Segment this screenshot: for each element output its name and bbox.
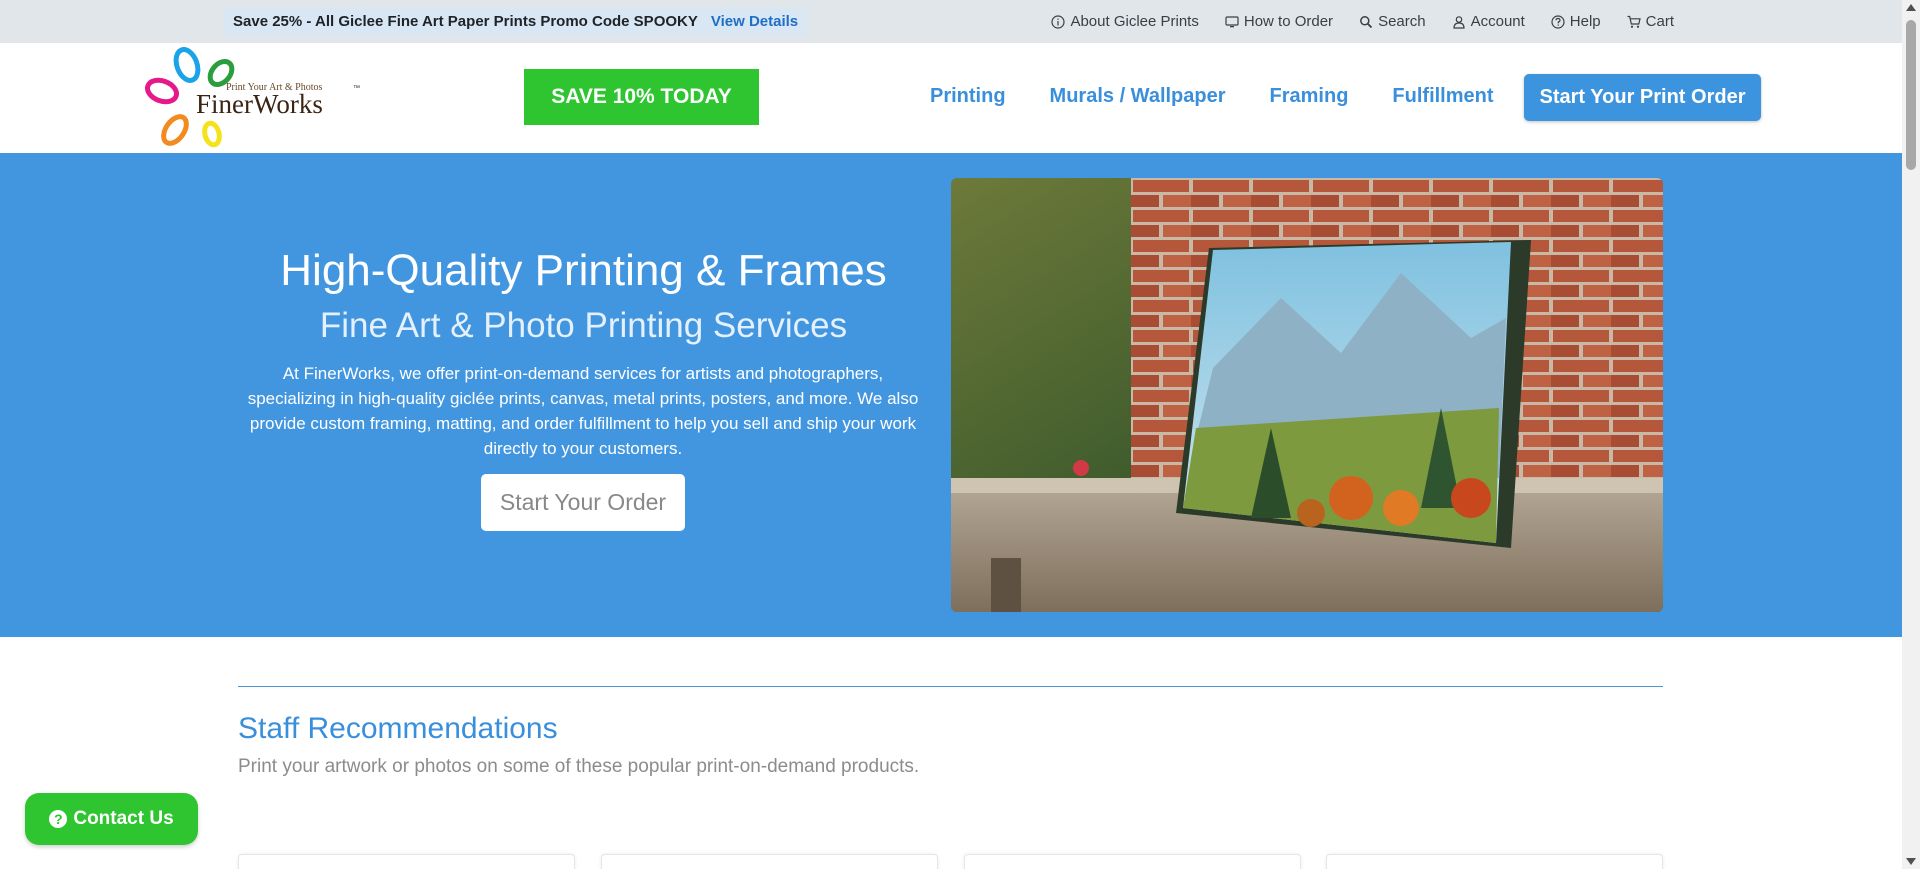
logo-brand-works: Works — [253, 89, 323, 119]
util-search-label: Search — [1378, 13, 1426, 30]
staff-recommendations-description: Print your artwork or photos on some of … — [238, 756, 920, 777]
util-account-label: Account — [1470, 13, 1525, 30]
finerworks-logo[interactable]: Print Your Art & Photos FinerWorks ™ — [142, 46, 368, 150]
nav-framing[interactable]: Framing — [1270, 85, 1349, 108]
util-how-to-order[interactable]: How to Order — [1225, 13, 1333, 30]
scroll-down-arrow-icon[interactable] — [1906, 858, 1916, 865]
section-divider — [238, 686, 1663, 687]
question-circle-icon: ? — [49, 810, 68, 828]
hero-title: High-Quality Printing & Frames — [280, 246, 887, 295]
product-card[interactable] — [238, 854, 575, 869]
hero-section: High-Quality Printing & Frames Fine Art … — [0, 153, 1902, 637]
top-utility-bar: Save 25% - All Giclee Fine Art Paper Pri… — [0, 0, 1902, 43]
product-card[interactable] — [601, 854, 938, 869]
logo-brand: FinerWorks — [196, 89, 323, 119]
monitor-icon — [1225, 15, 1239, 27]
product-card[interactable] — [1326, 854, 1663, 869]
promo-view-details-link[interactable]: View Details — [711, 13, 798, 30]
nav-fulfillment[interactable]: Fulfillment — [1392, 85, 1493, 108]
question-circle-icon — [1551, 14, 1565, 29]
search-icon — [1360, 15, 1373, 28]
start-print-order-button[interactable]: Start Your Print Order — [1524, 74, 1761, 121]
util-search[interactable]: Search — [1359, 13, 1426, 30]
hero-description: At FinerWorks, we offer print-on-demand … — [247, 364, 919, 458]
util-help[interactable]: Help — [1551, 13, 1601, 30]
hero-canvas-photo — [951, 178, 1663, 612]
page: Save 25% - All Giclee Fine Art Paper Pri… — [0, 0, 1920, 869]
contact-us-label: Contact Us — [73, 808, 174, 829]
save-10-percent-button[interactable]: SAVE 10% TODAY — [524, 69, 759, 125]
start-your-order-button[interactable]: Start Your Order — [481, 474, 685, 531]
contact-us-button[interactable]: ? Contact Us — [25, 793, 198, 845]
user-icon — [1452, 15, 1465, 29]
util-about-giclee-prints[interactable]: About Giclee Prints — [1051, 13, 1199, 30]
nav-printing[interactable]: Printing — [930, 85, 1006, 108]
util-about-label: About Giclee Prints — [1070, 13, 1199, 30]
cart-icon — [1627, 15, 1641, 28]
logo-brand-finer: Finer — [196, 89, 253, 119]
product-card[interactable] — [964, 854, 1301, 869]
util-help-label: Help — [1569, 13, 1601, 30]
logo-tm: ™ — [353, 85, 360, 92]
scrollbar-thumb[interactable] — [1906, 20, 1916, 170]
staff-recommendations-title: Staff Recommendations — [238, 712, 558, 745]
utility-nav: About Giclee Prints How to Order Search … — [1051, 0, 1674, 43]
promo-text: Save 25% - All Giclee Fine Art Paper Pri… — [233, 13, 698, 30]
scroll-up-arrow-icon[interactable] — [1906, 4, 1916, 11]
util-how-to-order-label: How to Order — [1243, 13, 1334, 30]
main-nav: Printing Murals / Wallpaper Framing Fulf… — [930, 74, 1494, 118]
nav-murals-wallpaper[interactable]: Murals / Wallpaper — [1050, 85, 1226, 108]
util-account[interactable]: Account — [1452, 13, 1525, 30]
hero-subtitle: Fine Art & Photo Printing Services — [319, 306, 848, 345]
page-scrollbar[interactable] — [1902, 0, 1920, 869]
promo-banner: Save 25% - All Giclee Fine Art Paper Pri… — [224, 8, 808, 35]
util-cart-label: Cart — [1645, 13, 1674, 30]
info-circle-icon — [1051, 14, 1066, 29]
util-cart[interactable]: Cart — [1627, 13, 1674, 30]
site-header: Print Your Art & Photos FinerWorks ™ SAV… — [0, 43, 1902, 153]
